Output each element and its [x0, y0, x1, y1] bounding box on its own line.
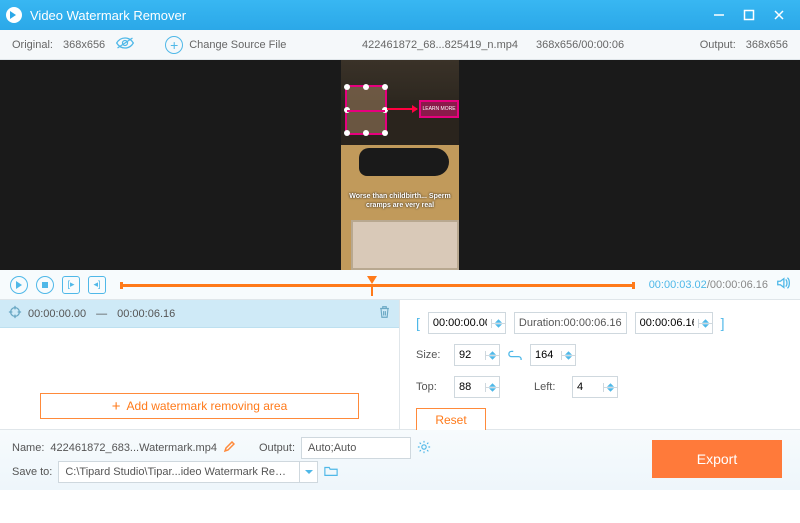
time-display: 00:00:03.02/00:00:06.16 [649, 279, 768, 291]
volume-button[interactable] [776, 276, 790, 293]
file-dim-time: 368x656/00:00:06 [536, 39, 624, 51]
preview-toggle-icon[interactable] [115, 36, 135, 53]
segment-row[interactable]: 00:00:00.00 — 00:00:06.16 [0, 300, 399, 328]
file-info: 422461872_68...825419_n.mp4 368x656/00:0… [362, 39, 624, 51]
app-title: Video Watermark Remover [30, 8, 704, 23]
save-to-label: Save to: [12, 466, 52, 478]
spin-down[interactable] [699, 324, 712, 328]
output-dimensions: 368x656 [746, 39, 788, 51]
reset-button[interactable]: Reset [416, 408, 486, 432]
add-area-label: Add watermark removing area [127, 399, 288, 413]
info-bar: Original: 368x656 + Change Source File 4… [0, 30, 800, 60]
change-source-button[interactable]: + Change Source File [165, 36, 286, 54]
delete-segment-button[interactable] [378, 305, 391, 322]
segment-end: 00:00:06.16 [117, 308, 175, 320]
output-format-combo[interactable]: Auto;Auto [301, 437, 411, 459]
change-source-label: Change Source File [189, 39, 286, 51]
open-folder-button[interactable] [324, 465, 338, 480]
link-icon[interactable] [508, 348, 522, 363]
edit-name-button[interactable] [223, 441, 235, 456]
video-caption: Worse than childbirth... Sperm cramps ar… [341, 193, 459, 210]
stop-button[interactable] [36, 276, 54, 294]
size-height-input[interactable] [530, 344, 576, 366]
titlebar: Video Watermark Remover [0, 0, 800, 30]
chevron-down-icon[interactable] [299, 462, 317, 482]
time-current: 00:00:03.02 [649, 279, 707, 291]
playback-bar: [▸ ◂] 00:00:03.02/00:00:06.16 [0, 270, 800, 300]
output-label: Output: [700, 39, 736, 51]
maximize-button[interactable] [734, 0, 764, 30]
plus-icon: + [112, 399, 121, 414]
crosshair-icon [8, 305, 22, 322]
app-icon [6, 7, 22, 23]
bracket-open-icon: [ [416, 315, 420, 331]
name-label: Name: [12, 442, 44, 454]
spin-down[interactable] [492, 324, 505, 328]
duration-display: Duration:00:00:06.16 [514, 312, 627, 334]
minimize-button[interactable] [704, 0, 734, 30]
add-watermark-area-button[interactable]: + Add watermark removing area [40, 393, 359, 419]
watermark-selection[interactable] [345, 85, 387, 135]
range-end-input[interactable] [635, 312, 713, 334]
left-label: Left: [534, 381, 564, 393]
timeline-track[interactable] [120, 280, 635, 290]
arrow-icon [387, 108, 417, 110]
set-end-button[interactable]: ◂] [88, 276, 106, 294]
control-panels: 00:00:00.00 — 00:00:06.16 + Add watermar… [0, 300, 800, 430]
name-value: 422461872_683...Watermark.mp4 [50, 442, 217, 454]
filename: 422461872_68...825419_n.mp4 [362, 39, 518, 51]
play-button[interactable] [10, 276, 28, 294]
left-input[interactable] [572, 376, 618, 398]
bottom-bar: Name: 422461872_683...Watermark.mp4 Outp… [0, 430, 800, 490]
video-preview[interactable]: Worse than childbirth... Sperm cramps ar… [0, 60, 800, 270]
video-frame: Worse than childbirth... Sperm cramps ar… [341, 60, 459, 270]
top-label: Top: [416, 381, 446, 393]
close-button[interactable] [764, 0, 794, 30]
bracket-close-icon: ] [721, 315, 725, 331]
properties-panel: [ Duration:00:00:06.16 ] Size: [400, 300, 800, 429]
top-input[interactable] [454, 376, 500, 398]
original-dimensions: 368x656 [63, 39, 105, 51]
segment-start: 00:00:00.00 [28, 308, 86, 320]
export-button[interactable]: Export [652, 440, 782, 478]
save-path-combo[interactable]: C:\Tipard Studio\Tipar...ideo Watermark … [58, 461, 318, 483]
range-start-input[interactable] [428, 312, 506, 334]
time-total: 00:00:06.16 [710, 279, 768, 291]
playhead[interactable] [367, 276, 377, 284]
output-format-label: Output: [259, 442, 295, 454]
watermark-badge: LEARN MORE [419, 100, 459, 118]
plus-icon: + [165, 36, 183, 54]
set-start-button[interactable]: [▸ [62, 276, 80, 294]
size-label: Size: [416, 349, 446, 361]
output-settings-button[interactable] [417, 440, 431, 457]
size-width-input[interactable] [454, 344, 500, 366]
original-label: Original: [12, 39, 53, 51]
segments-panel: 00:00:00.00 — 00:00:06.16 + Add watermar… [0, 300, 400, 429]
